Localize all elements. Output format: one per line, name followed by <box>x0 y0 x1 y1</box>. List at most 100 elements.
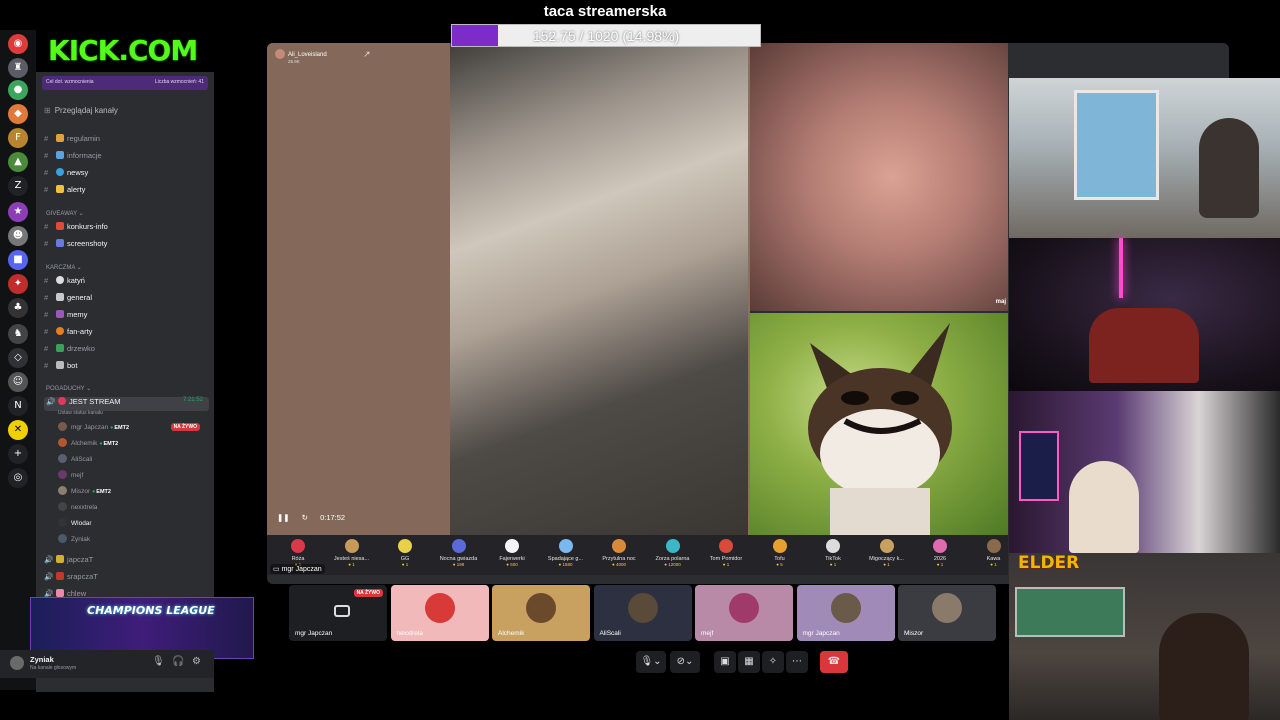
voice-user[interactable]: mgr Japczan EMT2 NA ŻYWO <box>58 422 208 434</box>
server-icon[interactable]: ☻ <box>8 226 28 246</box>
user-avatar[interactable] <box>10 656 24 670</box>
gift-value: ● 1 <box>722 562 730 567</box>
channel-label: alerty <box>67 185 86 194</box>
gift-icon <box>986 539 1001 553</box>
pause-icon[interactable]: ❚❚ <box>277 513 290 522</box>
channel-item[interactable]: # regulamin <box>44 134 209 148</box>
camera-toggle-button[interactable]: ⊘⌄ <box>670 651 700 673</box>
voice-user[interactable]: Wlodar <box>58 518 208 530</box>
voice-user-name: Wlodar <box>71 520 92 527</box>
channel-item[interactable]: # fan-arty <box>44 327 209 341</box>
channel-item[interactable]: # bot <box>44 361 209 375</box>
voice-user[interactable]: Alchemik EMT2 <box>58 438 208 450</box>
headphones-icon[interactable]: 🎧 <box>172 656 184 667</box>
stream-account[interactable]: Ali_Loveisland 25.9K <box>275 49 327 64</box>
gift-item[interactable]: GG ● 1 <box>378 539 432 567</box>
participant-tile[interactable]: Alchemik <box>492 585 590 641</box>
gift-item[interactable]: Przytulna noc ● 4000 <box>592 539 646 567</box>
gift-item[interactable]: Nocna gwiazda ● 199 <box>432 539 486 567</box>
gift-item[interactable]: Jesteś niesa... ● 1 <box>325 539 379 567</box>
server-icon[interactable]: ◇ <box>8 348 28 368</box>
activities-button[interactable]: ▦ <box>738 651 760 673</box>
server-icon[interactable]: F <box>8 128 28 148</box>
voice-channel-status[interactable]: Ustaw status kanału <box>58 410 208 422</box>
mic-toggle-button[interactable]: 🎙⌄ <box>636 651 666 673</box>
refresh-icon[interactable]: ↻ <box>302 513 308 522</box>
monitor-icon <box>334 605 350 617</box>
server-icon[interactable]: ■ <box>8 250 28 270</box>
channel-item[interactable]: # konkurs-info <box>44 222 209 236</box>
channel-item[interactable]: # memy <box>44 310 209 324</box>
server-icon[interactable]: ◆ <box>8 104 28 124</box>
server-icon[interactable]: Z <box>8 176 28 196</box>
effects-button[interactable]: ✧ <box>762 651 784 673</box>
participant-tile[interactable]: nexxtrela <box>390 585 489 641</box>
participant-tile[interactable]: mgr Japczan <box>796 585 895 641</box>
server-icon[interactable]: ◉ <box>8 34 28 54</box>
gift-item[interactable]: Zorza polarna ● 12000 <box>646 539 700 567</box>
avatar <box>58 438 67 447</box>
gift-icon <box>505 539 519 553</box>
voice-user[interactable]: Zyniak <box>58 534 208 546</box>
participant-tile[interactable]: Miszor <box>898 585 996 641</box>
server-icon[interactable]: ✦ <box>8 274 28 294</box>
gift-item[interactable]: Fajerwerki ● 500 <box>485 539 539 567</box>
voice-user[interactable]: nexxtrela <box>58 502 208 514</box>
participant-name: mgr Japczan <box>802 630 840 637</box>
server-icon[interactable]: ✕ <box>8 420 28 440</box>
category-pogaduchy[interactable]: POGADUCHY ⌄ <box>46 385 91 392</box>
server-icon[interactable]: ♣ <box>8 298 28 318</box>
add-server-icon[interactable]: + <box>8 444 28 464</box>
server-icon[interactable]: ☺ <box>8 372 28 392</box>
participant-tile[interactable]: mejf <box>695 585 793 641</box>
gift-item[interactable]: Tofu ● 5 <box>753 539 807 567</box>
stream-tile-main[interactable]: Ali_Loveisland 25.9K ↗ ❚❚ ↻ 0:17:52 <box>267 43 750 535</box>
voice-user[interactable]: AliScali <box>58 454 208 466</box>
gift-value: ● 1580 <box>558 562 573 567</box>
leave-call-button[interactable]: ☎ <box>820 651 848 673</box>
server-icon[interactable]: ★ <box>8 202 28 222</box>
goal-progress-bar: 152.75 / 1020 (14.98%) <box>451 24 761 47</box>
gift-item[interactable]: Migoczący k... ● 1 <box>860 539 914 567</box>
channel-item[interactable]: # newsy <box>44 168 209 182</box>
meme-icon <box>56 310 64 318</box>
channel-item[interactable]: # screenshoty <box>44 239 209 253</box>
participant-tile[interactable]: mgr Japczan NA ŻYWO <box>289 585 387 641</box>
browse-channels[interactable]: ⊞ Przeglądaj kanały <box>44 106 118 115</box>
channel-item[interactable]: # informacje <box>44 151 209 165</box>
gift-icon <box>826 539 840 553</box>
channel-item[interactable]: # alerty <box>44 185 209 199</box>
category-karczma[interactable]: KARCZMA ⌄ <box>46 264 82 271</box>
voice-channel-jest-stream[interactable]: 🔊 JEST STREAM 7:21:52 <box>44 397 209 411</box>
gift-item[interactable]: TikTok ● 1 <box>806 539 860 567</box>
skull-icon <box>56 276 64 284</box>
server-icon[interactable]: ♜ <box>8 58 28 78</box>
channel-item[interactable]: # drzewko <box>44 344 209 358</box>
channel-item[interactable]: # katyń <box>44 276 209 290</box>
gift-item[interactable]: Róża ● 1 <box>271 539 325 567</box>
voice-user[interactable]: mejf <box>58 470 208 482</box>
share-screen-button[interactable]: ▣ <box>714 651 736 673</box>
more-button[interactable]: ⋯ <box>786 651 808 673</box>
voice-user[interactable]: Miszor EMT2 <box>58 486 208 498</box>
discover-icon[interactable]: ◎ <box>8 468 28 488</box>
server-icon[interactable]: N <box>8 396 28 416</box>
server-icon[interactable]: ▲ <box>8 152 28 172</box>
voice-channel[interactable]: 🔊 srapczaT <box>44 572 209 586</box>
participant-tile[interactable]: AliScali <box>593 585 692 641</box>
server-icon[interactable]: ● <box>8 80 28 100</box>
gift-item[interactable]: Spadające g... ● 1580 <box>539 539 593 567</box>
stream-tile-guest[interactable]: maj <box>750 43 1008 311</box>
channel-item[interactable]: # general <box>44 293 209 307</box>
share-icon[interactable]: ↗ <box>363 49 371 60</box>
mic-icon[interactable]: 🎙 <box>152 656 165 667</box>
boost-goal-bar[interactable]: Cel dot. wzmocnienia Liczba wzmocnień: 4… <box>42 76 208 90</box>
gift-item[interactable]: Tom Pomidor ● 1 <box>699 539 753 567</box>
settings-gear-icon[interactable]: ⚙ <box>192 656 201 667</box>
server-icon[interactable]: ♞ <box>8 324 28 344</box>
category-giveaway[interactable]: GIVEAWAY ⌄ <box>46 210 84 217</box>
channel-label: general <box>67 293 93 302</box>
gift-item[interactable]: 2026 ● 1 <box>913 539 967 567</box>
voice-channel[interactable]: 🔊 japczaT <box>44 555 209 569</box>
stream-tile-cat[interactable] <box>750 313 1008 535</box>
